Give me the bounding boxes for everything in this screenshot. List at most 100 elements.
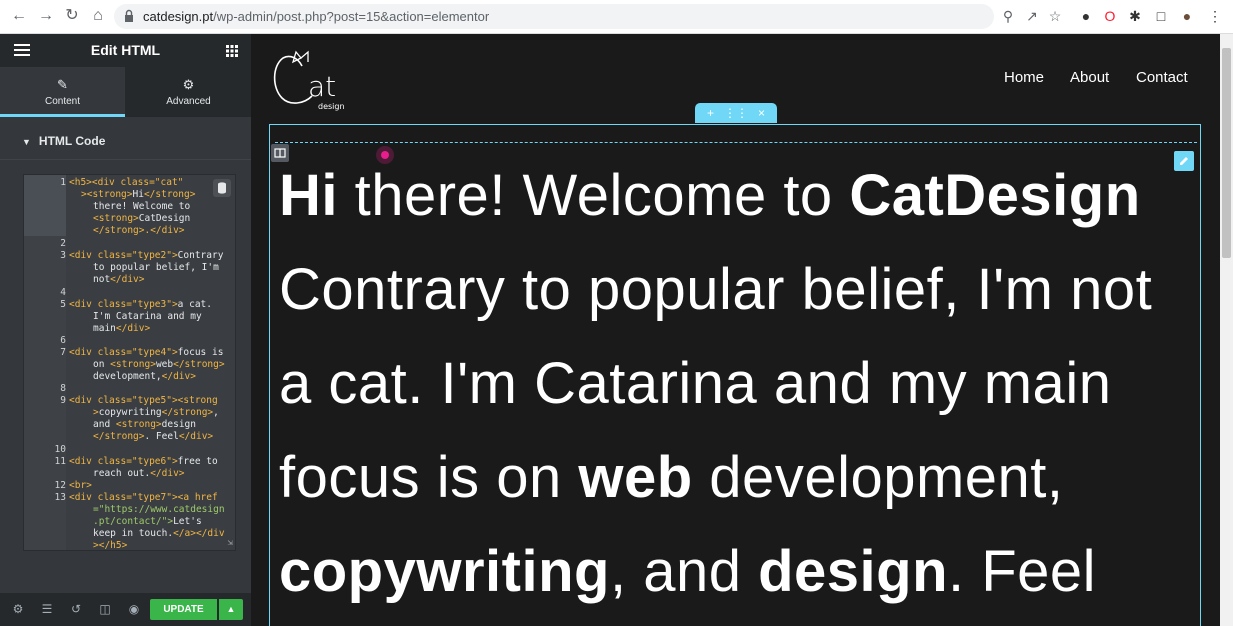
- preview-canvas: at design Home About Contact + ⋮⋮ × Hi the…: [251, 34, 1220, 626]
- panel-tabs: ✎ Content ⚙ Advanced: [0, 67, 251, 117]
- code-line: there! Welcome to: [93, 201, 191, 212]
- line-number: 7: [60, 347, 66, 358]
- tab-advanced-label: Advanced: [166, 96, 211, 107]
- code-line: ><strong>Hi</strong>: [81, 189, 196, 200]
- update-options-caret-icon[interactable]: ▲: [219, 599, 243, 620]
- line-number: 12: [54, 480, 66, 491]
- address-bar[interactable]: catdesign.pt/wp-admin/post.php?post=15&a…: [114, 4, 994, 29]
- delete-section-icon[interactable]: ×: [758, 106, 765, 120]
- back-icon[interactable]: ←: [9, 6, 29, 26]
- code-line: <div class="type3">a cat.: [69, 299, 212, 310]
- section-label: HTML Code: [38, 134, 106, 148]
- nav-home[interactable]: Home: [1004, 69, 1044, 86]
- database-icon: [218, 182, 226, 194]
- logo-subtext: design: [318, 102, 345, 111]
- code-line: not</div>: [93, 274, 145, 285]
- code-line: reach out.</div>: [93, 468, 185, 479]
- hero-line: Contrary to popular belief, I'm not: [279, 257, 1153, 322]
- caret-down-icon: ▼: [22, 137, 31, 147]
- widgets-grid-icon[interactable]: [226, 45, 238, 57]
- scrollbar-thumb[interactable]: [1222, 48, 1231, 258]
- line-gutter: 1 2 3 4 5 6 7 8 9 10 11 12 13: [24, 175, 66, 550]
- editor-options-button[interactable]: [213, 179, 231, 197]
- settings-gear-icon[interactable]: ⚙: [11, 602, 25, 616]
- preview-eye-icon[interactable]: ◉: [127, 602, 141, 616]
- panel-footer: ⚙ ☰ ↺ ◫ ◉ UPDATE ▲: [0, 593, 251, 626]
- menu-kebab-icon[interactable]: ⋮: [1206, 7, 1224, 25]
- code-line: <div class="type5"><strong: [69, 395, 218, 406]
- line-number: 13: [54, 492, 66, 503]
- extensions-puzzle-icon[interactable]: ✱: [1126, 7, 1144, 25]
- zoom-icon[interactable]: ⚲: [999, 7, 1017, 25]
- page-scrollbar[interactable]: [1220, 34, 1233, 626]
- code-line: main</div>: [93, 323, 151, 334]
- code-line: </strong>. Feel</div>: [93, 431, 214, 442]
- forward-icon[interactable]: →: [36, 6, 56, 26]
- code-line: <div class="type6">free to: [69, 456, 218, 467]
- opera-icon[interactable]: O: [1101, 7, 1119, 25]
- update-button[interactable]: UPDATE: [150, 599, 217, 620]
- bookmark-star-icon[interactable]: ☆: [1046, 7, 1064, 25]
- code-line: <div class="type2">Contrary: [69, 250, 224, 261]
- line-number: 6: [60, 335, 66, 346]
- sidepanel-icon[interactable]: □: [1152, 7, 1170, 25]
- logo-text: at: [308, 70, 336, 103]
- edit-widget-pencil-icon[interactable]: [1174, 151, 1194, 171]
- profile-avatar-icon[interactable]: ●: [1178, 7, 1196, 25]
- panel-title: Edit HTML: [90, 42, 161, 58]
- responsive-mode-icon[interactable]: ◫: [98, 602, 112, 616]
- column-outline: [275, 142, 1197, 145]
- code-line: >copywriting</strong>,: [93, 407, 219, 418]
- share-icon[interactable]: ↗: [1023, 7, 1041, 25]
- resize-handle-icon[interactable]: ⇲: [228, 538, 233, 548]
- line-number: 4: [60, 287, 66, 298]
- line-number: 1: [60, 177, 66, 188]
- line-number: 3: [60, 250, 66, 261]
- navigator-layers-icon[interactable]: ☰: [40, 602, 54, 616]
- code-line: to popular belief, I'm: [93, 262, 219, 273]
- code-line: <br>: [69, 480, 92, 491]
- code-line: <div class="type4">focus is: [69, 347, 224, 358]
- elementor-panel: Edit HTML ✎ Content ⚙ Advanced ▼ HTML Cod…: [0, 34, 251, 626]
- code-line: keep in touch.</a></div: [93, 528, 225, 539]
- section-html-code[interactable]: ▼ HTML Code: [22, 134, 105, 148]
- url-text: catdesign.pt/wp-admin/post.php?post=15&a…: [143, 9, 490, 24]
- code-line: on <strong>web</strong>: [93, 359, 225, 370]
- tab-content-label: Content: [44, 96, 81, 107]
- code-line: .pt/contact/">Let's: [93, 516, 202, 527]
- hero-line: a cat. I'm Catarina and my main: [279, 351, 1112, 416]
- code-line: </strong>.</div>: [93, 225, 185, 236]
- divider: [0, 159, 251, 160]
- code-line: development,</div>: [93, 371, 196, 382]
- history-icon[interactable]: ↺: [69, 602, 83, 616]
- reload-icon[interactable]: ↻: [62, 6, 82, 26]
- tab-content[interactable]: ✎ Content: [0, 67, 125, 117]
- line-number: 9: [60, 395, 66, 406]
- line-number: 2: [60, 238, 66, 249]
- gear-icon: ⚙: [182, 77, 195, 92]
- extension-icon[interactable]: ●: [1077, 7, 1095, 25]
- pencil-icon: ✎: [57, 77, 68, 92]
- hero-line: focus is on web development,: [279, 445, 1064, 510]
- html-code-editor[interactable]: 1 2 3 4 5 6 7 8 9 10 11 12 13 <h5><div c…: [23, 174, 236, 551]
- code-line: and <strong>design: [93, 419, 196, 430]
- nav-contact[interactable]: Contact: [1136, 69, 1188, 86]
- drag-handle-icon[interactable]: ⋮⋮: [724, 106, 748, 120]
- line-number: 5: [60, 299, 66, 310]
- code-line: <h5><div class="cat": [69, 177, 184, 188]
- line-number: 11: [54, 456, 66, 467]
- code-line: ="https://www.catdesign: [93, 504, 225, 515]
- home-icon[interactable]: ⌂: [88, 6, 108, 26]
- section-handle[interactable]: + ⋮⋮ ×: [695, 103, 777, 123]
- panel-header: Edit HTML: [0, 34, 251, 67]
- code-line: I'm Catarina and my: [93, 311, 202, 322]
- line-number: 10: [54, 444, 66, 455]
- line-number: 8: [60, 383, 66, 394]
- tab-advanced[interactable]: ⚙ Advanced: [126, 67, 251, 117]
- hero-line: Hi there! Welcome to CatDesign: [279, 163, 1141, 228]
- site-logo[interactable]: at design: [268, 44, 358, 114]
- lock-icon: [125, 9, 133, 22]
- nav-about[interactable]: About: [1070, 69, 1109, 86]
- code-line: <strong>CatDesign: [93, 213, 191, 224]
- add-section-icon[interactable]: +: [707, 106, 714, 120]
